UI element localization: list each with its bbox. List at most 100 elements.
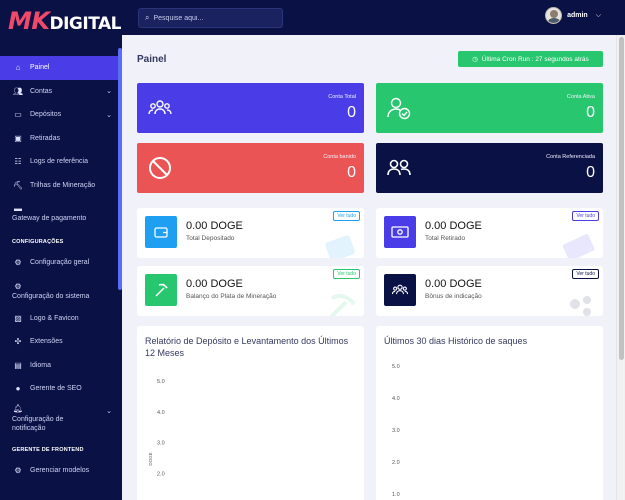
top-bar: ⌕ admin ⌵ — [122, 0, 625, 35]
sidebar-item-label: Logo & Favicon — [30, 314, 79, 322]
card-value: 0.00 DOGE — [425, 220, 482, 232]
stat-value: 0 — [347, 104, 356, 121]
y-axis-label: DOGE — [148, 452, 153, 465]
view-all-link[interactable]: Ver tudo — [333, 211, 360, 221]
y-tick-label-0: 5.0 — [392, 364, 400, 370]
deposit-withdraw-chart: 5.0 4.0 3.0 2.0 DOGE — [148, 379, 165, 477]
sidebar-item-contas[interactable]: 👥︎ Contas ⌄ — [0, 80, 122, 104]
globe-icon: ● — [15, 384, 21, 394]
view-all-link[interactable]: Ver tudo — [572, 211, 599, 221]
sidebar-item-logo-favicon[interactable]: ▨ Logo & Favicon — [0, 307, 122, 331]
y-tick-label-2: 3.0 — [157, 441, 165, 447]
chart-panel-historico-saques: Últimos 30 dias Histórico de saques 5.0 4… — [376, 326, 603, 500]
stat-conta-ativa[interactable]: Conta Ativa 0 — [376, 83, 603, 133]
sidebar-item-label: Configuração do sistema — [12, 292, 90, 300]
search-icon: ⌕ — [145, 13, 150, 22]
sidebar-item-label: Gerente de SEO — [30, 385, 82, 393]
group-icon: ☷ — [14, 157, 22, 167]
sidebar-item-painel[interactable]: ⌂ Painel — [0, 56, 118, 80]
gear-icon: ⚙︎ — [14, 465, 22, 475]
sidebar-frontend-menu: ⚙︎ Gerenciar modelos — [0, 459, 122, 483]
chevron-down-icon: ⌄ — [106, 111, 112, 119]
user-friends-icon — [387, 159, 411, 176]
stat-label: Conta banido — [323, 154, 356, 160]
section-title-config: CONFIGURAÇÕES — [12, 239, 64, 245]
sidebar-item-seo[interactable]: ● Gerente de SEO — [0, 377, 122, 401]
stat-conta-referenciada[interactable]: Conta Referenciada 0 — [376, 143, 603, 193]
gear-icon: ⚙︎ — [14, 258, 22, 268]
sidebar-item-logs-referencia[interactable]: ☷ Logs de referência — [0, 150, 122, 174]
cron-label: Última Cron Run : 27 segundos atrás — [481, 55, 589, 63]
sidebar-item-idioma[interactable]: ▤ Idioma — [0, 354, 122, 378]
users-icon — [148, 100, 172, 115]
card-icon: ▬ — [14, 204, 22, 213]
search-input[interactable] — [153, 14, 274, 22]
avatar[interactable] — [545, 7, 563, 24]
y-tick-label-1: 4.0 — [392, 396, 400, 402]
stat-label: Conta Total — [328, 94, 356, 100]
card-label: Bônus de indicação — [425, 293, 482, 300]
sidebar-item-label: Painel — [30, 64, 50, 72]
view-all-link[interactable]: Ver tudo — [333, 269, 360, 279]
card-total-retirado: 0.00 DOGE Total Retirado Ver tudo — [376, 208, 603, 258]
wallet-icon: ▭ — [14, 110, 22, 120]
view-all-link[interactable]: Ver tudo — [572, 269, 599, 279]
users-icon: 👥︎ — [12, 86, 24, 96]
stat-conta-total[interactable]: Conta Total 0 — [137, 83, 364, 133]
search-box[interactable]: ⌕ — [138, 8, 283, 28]
section-title-frontend: GERENTE DE FRONTEND — [12, 446, 84, 453]
pickaxe-icon: ⛏︎ — [12, 180, 24, 190]
stat-value: 0 — [586, 164, 595, 181]
ban-icon — [149, 157, 171, 179]
chart-panel-deposito-levantamento: Relatório de Depósito e Levantamento dos… — [137, 326, 364, 500]
users-watermark-icon — [570, 296, 591, 316]
sidebar-item-gateway-pagamento[interactable]: ▬ Gateway de pagamento — [0, 197, 122, 229]
scrollbar-thumb[interactable] — [619, 37, 624, 360]
page-scrollbar[interactable] — [616, 35, 625, 500]
sidebar-item-config-notificacao[interactable]: 🔔︎ Configuração de notificação ⌄ — [0, 401, 122, 437]
card-bonus-indicacao: 0.00 DOGE Bônus de indicação Ver tudo — [376, 266, 603, 316]
withdraw-history-chart: 5.0 4.0 3.0 2.0 1.0 — [392, 364, 400, 498]
users-icon — [384, 274, 416, 306]
sidebar-item-label: Trilhas de Mineração — [30, 181, 96, 189]
card-label: Total Depositado — [186, 235, 235, 242]
sidebar-item-label: Configuração geral — [30, 259, 90, 267]
sidebar-item-depositos[interactable]: ▭ Depósitos ⌄ — [0, 103, 122, 127]
sidebar-item-gerenciar-modelos[interactable]: ⚙︎ Gerenciar modelos — [0, 459, 122, 483]
user-name[interactable]: admin — [567, 12, 588, 19]
money-icon: ▣ — [14, 133, 22, 143]
gears-icon: ⚙︎ — [14, 281, 22, 291]
money-watermark-icon — [563, 234, 595, 258]
clock-icon: ◷ — [472, 56, 478, 63]
sidebar-item-extensoes[interactable]: ✣ Extensões — [0, 330, 122, 354]
card-label: Balanço do Plata de Mineração — [186, 293, 277, 300]
logo-mk: MK — [8, 7, 50, 35]
y-tick-label-2: 3.0 — [392, 428, 400, 434]
sidebar-item-trilhas-mineracao[interactable]: ⛏︎ Trilhas de Mineração — [0, 174, 122, 198]
sidebar-item-label: Gerenciar modelos — [30, 466, 90, 474]
money-bill-icon — [384, 216, 416, 248]
bell-icon: 🔔︎ — [12, 404, 24, 413]
pickaxe-watermark-icon — [329, 294, 356, 316]
wallet-icon — [145, 216, 177, 248]
user-menu[interactable]: admin ⌵ — [545, 7, 601, 24]
sidebar-item-config-sistema[interactable]: ⚙︎ Configuração do sistema — [0, 275, 122, 307]
stat-label: Conta Ativa — [566, 94, 595, 100]
sidebar-item-label: Gateway de pagamento — [12, 215, 87, 222]
brand-logo[interactable]: MKDIGITAL — [0, 0, 122, 42]
chevron-down-icon: ⌄ — [106, 407, 112, 415]
y-tick-label-4: 1.0 — [392, 492, 400, 498]
wallet-watermark-icon — [325, 235, 355, 258]
sidebar-item-label: Depósitos — [30, 111, 62, 119]
chevron-down-icon: ⌄ — [106, 88, 112, 96]
sidebar-item-label: Contas — [30, 87, 53, 95]
puzzle-icon: ✣ — [14, 337, 22, 347]
sidebar-item-retiradas[interactable]: ▣ Retiradas — [0, 127, 122, 151]
sidebar-item-label: Idioma — [30, 361, 52, 369]
chevron-down-icon[interactable]: ⌵ — [596, 12, 601, 20]
y-tick-label-3: 2.0 — [157, 471, 165, 477]
sidebar-item-config-geral[interactable]: ⚙︎ Configuração geral — [0, 251, 122, 275]
stat-conta-banido[interactable]: Conta banido 0 — [137, 143, 364, 193]
stat-value: 0 — [586, 104, 595, 121]
cron-status-button[interactable]: ◷ Última Cron Run : 27 segundos atrás — [458, 51, 603, 67]
